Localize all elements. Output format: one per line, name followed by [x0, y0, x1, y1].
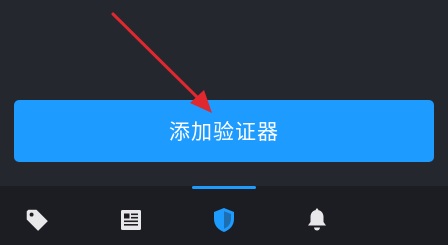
tab-tags[interactable]	[13, 200, 61, 240]
bottom-tab-bar	[0, 186, 448, 245]
shield-icon	[214, 208, 234, 232]
add-authenticator-label: 添加验证器	[169, 120, 279, 144]
tag-icon	[26, 209, 48, 231]
main-content: 添加验证器	[0, 0, 448, 186]
tab-news[interactable]	[107, 200, 155, 240]
active-tab-indicator	[192, 186, 256, 189]
tab-shield[interactable]	[200, 200, 248, 240]
bell-icon	[308, 208, 326, 231]
tab-notifications[interactable]	[293, 200, 341, 240]
add-authenticator-button[interactable]: 添加验证器	[14, 100, 434, 162]
app-screen: 添加验证器	[0, 0, 448, 245]
newspaper-icon	[121, 210, 141, 230]
